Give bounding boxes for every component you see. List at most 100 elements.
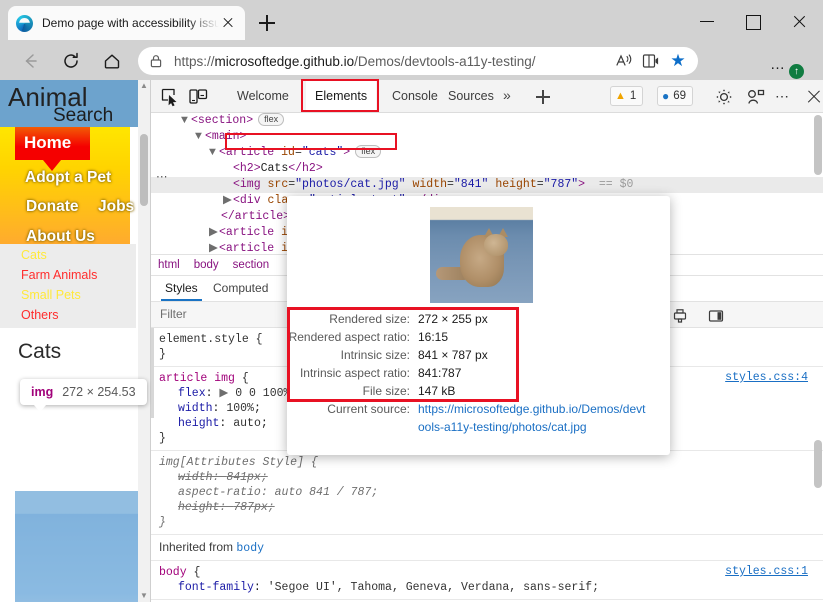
warnings-badge[interactable]: ▲ 1 bbox=[610, 86, 643, 106]
current-source-link-line1[interactable]: https://microsoftedge.github.io/Demos/de… bbox=[418, 400, 645, 418]
flex-badge[interactable]: flex bbox=[258, 113, 284, 126]
expand-arrow-icon[interactable]: ▼ bbox=[181, 113, 191, 129]
reload-button[interactable] bbox=[58, 48, 84, 74]
css-declaration-width-overridden[interactable]: width: 841px; bbox=[159, 470, 823, 485]
css-value[interactable]: auto bbox=[233, 417, 261, 430]
css-value[interactable]: 787px bbox=[233, 501, 268, 514]
device-emulation-icon[interactable] bbox=[187, 86, 209, 108]
dom-row[interactable]: <h2>Cats</h2> bbox=[151, 161, 823, 177]
page-vertical-scrollbar[interactable]: ▲ ▼ bbox=[138, 80, 150, 602]
print-media-icon[interactable] bbox=[671, 307, 689, 325]
warnings-count: 1 bbox=[630, 87, 636, 105]
css-selector[interactable]: article img bbox=[159, 372, 235, 385]
devtools-more-options-button[interactable]: ⋯ bbox=[775, 88, 791, 105]
new-tab-button[interactable] bbox=[256, 12, 278, 34]
scroll-up-icon[interactable]: ▲ bbox=[138, 80, 150, 92]
page-nav-item-adopt-a-pet[interactable]: Adopt a Pet bbox=[25, 169, 111, 187]
devtools-add-tab-button[interactable] bbox=[536, 90, 550, 104]
page-nav-item-jobs[interactable]: Jobs bbox=[98, 198, 134, 216]
breadcrumb-item-html[interactable]: html bbox=[158, 259, 180, 271]
css-value[interactable]: 841px bbox=[226, 471, 261, 484]
css-rule-img-attributes-style[interactable]: img[Attributes Style] { width: 841px; as… bbox=[151, 451, 823, 535]
css-selector-line[interactable]: img[Attributes Style] { bbox=[159, 455, 823, 470]
window-maximize-button[interactable] bbox=[731, 8, 775, 34]
css-declaration-height-overridden[interactable]: height: 787px; bbox=[159, 500, 823, 515]
page-scrollbar-thumb[interactable] bbox=[140, 134, 148, 206]
browser-tab[interactable]: Demo page with accessibility issues bbox=[8, 6, 245, 40]
address-bar[interactable]: https://microsoftedge.github.io/Demos/de… bbox=[138, 47, 698, 75]
css-value[interactable]: 0 0 100% bbox=[235, 387, 290, 400]
customize-icon[interactable] bbox=[745, 87, 767, 107]
home-button[interactable] bbox=[99, 48, 125, 74]
close-tab-icon[interactable] bbox=[219, 14, 237, 32]
devtools-tab-sources[interactable]: Sources bbox=[439, 80, 503, 112]
dom-tree-scrollbar-thumb[interactable] bbox=[814, 115, 822, 175]
css-open-brace: { bbox=[242, 372, 249, 385]
inherited-from-node[interactable]: body bbox=[236, 542, 264, 555]
css-property[interactable]: font-family bbox=[178, 581, 254, 594]
dom-row-selected-img[interactable]: <img src="photos/cat.jpg" width="841" he… bbox=[151, 177, 823, 193]
current-source-link-line2[interactable]: ools-a11y-testing/photos/cat.jpg bbox=[418, 418, 587, 436]
collapse-arrow-icon[interactable]: ▶ bbox=[209, 225, 219, 241]
element-highlight-badge: img 272 × 254.53 bbox=[20, 379, 147, 405]
dom-row-ellipsis[interactable]: ⋯ bbox=[156, 169, 169, 184]
page-category-cats[interactable]: Cats bbox=[21, 248, 47, 262]
page-category-small-pets[interactable]: Small Pets bbox=[21, 288, 81, 302]
devtools-tab-welcome[interactable]: Welcome bbox=[228, 80, 298, 112]
page-nav-item-donate[interactable]: Donate bbox=[26, 198, 79, 216]
expand-arrow-icon[interactable]: ▼ bbox=[209, 145, 219, 161]
page-category-farm-animals[interactable]: Farm Animals bbox=[21, 268, 97, 282]
window-close-button[interactable] bbox=[777, 8, 821, 34]
css-property[interactable]: aspect-ratio bbox=[178, 486, 261, 499]
css-property[interactable]: height bbox=[178, 501, 219, 514]
sidebar-tab-styles[interactable]: Styles bbox=[161, 276, 202, 301]
window-minimize-button[interactable] bbox=[685, 8, 729, 34]
image-info-tooltip: Rendered size: 272 × 255 px Rendered asp… bbox=[287, 196, 670, 455]
css-value[interactable]: auto 841 / 787 bbox=[275, 486, 372, 499]
page-search-label[interactable]: Search bbox=[53, 105, 113, 127]
css-declaration-font-family[interactable]: font-family: 'Segoe UI', Tahoma, Geneva,… bbox=[159, 580, 823, 595]
css-selector[interactable]: body bbox=[159, 566, 187, 579]
inspect-element-icon[interactable] bbox=[159, 86, 181, 108]
devtools-close-button[interactable] bbox=[806, 88, 822, 104]
css-close-brace: } bbox=[159, 348, 166, 361]
css-selector[interactable]: element.style bbox=[159, 333, 249, 346]
css-source-link-article-img[interactable]: styles.css:4 bbox=[725, 371, 808, 384]
immersive-reader-icon[interactable] bbox=[639, 49, 663, 73]
scroll-down-icon[interactable]: ▼ bbox=[138, 590, 150, 602]
breadcrumb-item-body[interactable]: body bbox=[194, 259, 219, 271]
browser-settings-more-button[interactable]: … bbox=[770, 56, 787, 73]
read-aloud-icon[interactable] bbox=[612, 49, 636, 73]
css-property[interactable]: height bbox=[178, 417, 219, 430]
devtools-more-tabs-button[interactable]: » bbox=[503, 87, 511, 103]
css-property[interactable]: flex bbox=[178, 387, 206, 400]
computed-sidebar-icon[interactable] bbox=[707, 307, 725, 325]
flex-editor-icon[interactable]: ▶ bbox=[219, 386, 228, 401]
styles-scrollbar-thumb[interactable] bbox=[814, 440, 822, 488]
css-value[interactable]: 'Segoe UI', Tahoma, Geneva, Verdana, san… bbox=[268, 581, 599, 594]
css-selector[interactable]: img[Attributes Style] bbox=[159, 456, 304, 469]
collapse-arrow-icon[interactable]: ▶ bbox=[223, 193, 233, 209]
issues-icon: ● bbox=[662, 87, 669, 105]
collapse-arrow-icon[interactable]: ▶ bbox=[209, 241, 219, 254]
css-value[interactable]: 100% bbox=[226, 402, 254, 415]
css-rule-body[interactable]: styles.css:1 body { font-family: 'Segoe … bbox=[151, 561, 823, 600]
css-declaration-aspect-ratio[interactable]: aspect-ratio: auto 841 / 787; bbox=[159, 485, 823, 500]
dom-row[interactable]: ▼<section>flex bbox=[151, 113, 823, 129]
page-category-others[interactable]: Others bbox=[21, 308, 59, 322]
css-property[interactable]: width bbox=[178, 402, 213, 415]
gear-icon[interactable] bbox=[714, 87, 734, 107]
issues-badge[interactable]: ● 69 bbox=[657, 86, 693, 106]
favorite-star-icon[interactable]: ★ bbox=[666, 49, 690, 73]
css-selector-line[interactable]: body { bbox=[159, 565, 823, 580]
styles-filter-input[interactable]: Filter bbox=[160, 307, 187, 321]
css-property[interactable]: width bbox=[178, 471, 213, 484]
sidebar-tab-computed[interactable]: Computed bbox=[213, 276, 268, 301]
update-available-badge[interactable]: ↑ bbox=[789, 64, 804, 79]
page-nav-label-home[interactable]: Home bbox=[24, 133, 71, 153]
breadcrumb-item-section[interactable]: section bbox=[233, 259, 269, 271]
css-source-link-body[interactable]: styles.css:1 bbox=[725, 565, 808, 578]
devtools-tab-console[interactable]: Console bbox=[383, 80, 447, 112]
back-button[interactable] bbox=[17, 48, 43, 74]
expand-arrow-icon[interactable]: ▼ bbox=[195, 129, 205, 145]
